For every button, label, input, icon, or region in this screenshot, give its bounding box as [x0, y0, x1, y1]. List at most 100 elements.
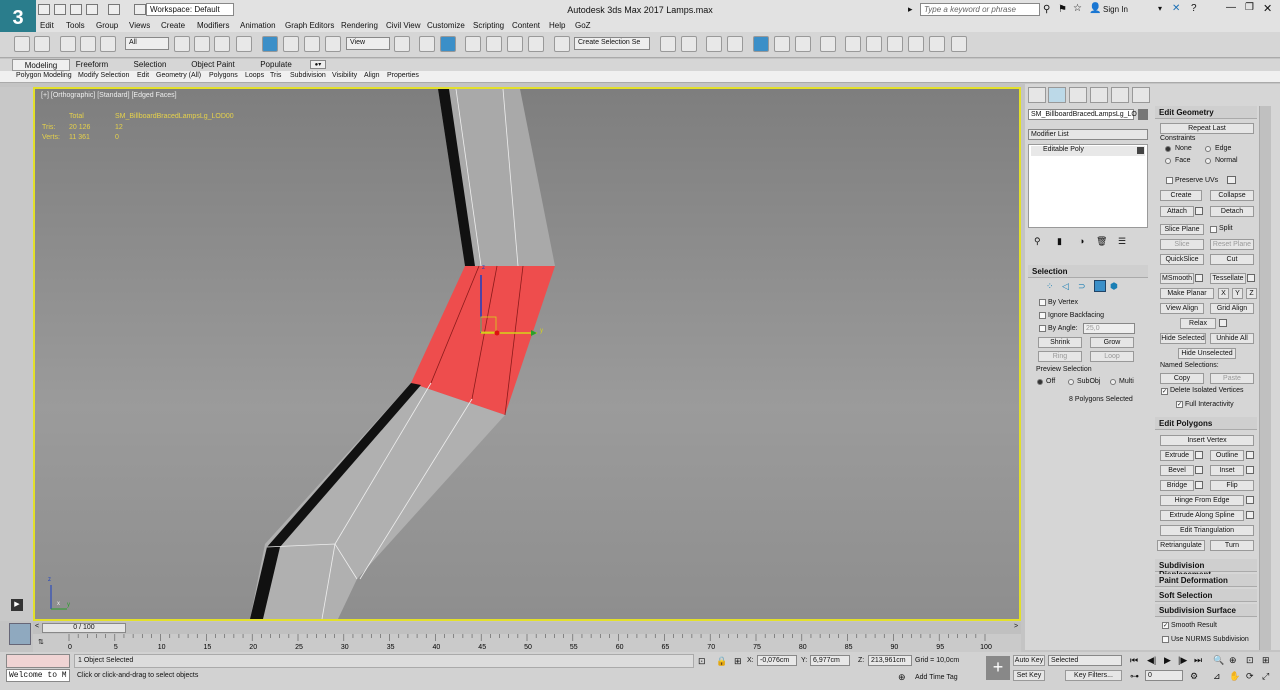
smooth-result-checkbox[interactable]: ✓ — [1162, 622, 1169, 629]
menu-modifiers[interactable]: Modifiers — [197, 21, 229, 30]
bind-space-warp-icon[interactable] — [100, 36, 116, 52]
delete-isolated-checkbox[interactable]: ✓ — [1161, 388, 1168, 395]
extrude-along-spline-button[interactable]: Extrude Along Spline — [1160, 510, 1244, 521]
render-production-icon[interactable] — [887, 36, 903, 52]
time-tag-icon[interactable]: ⊕ — [898, 672, 906, 683]
search-expand-icon[interactable]: ▸ — [908, 4, 913, 15]
msmooth-button[interactable]: MSmooth — [1160, 273, 1194, 284]
curve-editor-icon[interactable] — [774, 36, 790, 52]
modify-tab-icon[interactable] — [1048, 87, 1066, 103]
by-vertex-checkbox[interactable] — [1039, 299, 1046, 306]
preview-subobj-radio[interactable] — [1068, 379, 1074, 385]
restore-icon[interactable]: ❐ — [1245, 2, 1254, 13]
retriangulate-button[interactable]: Retriangulate — [1157, 540, 1205, 551]
time-config-icon[interactable]: ⚙ — [1190, 671, 1198, 682]
snaps-toggle-icon[interactable] — [465, 36, 481, 52]
grid-layout-icon[interactable] — [951, 36, 967, 52]
constraint-normal-radio[interactable] — [1205, 158, 1211, 164]
menu-content[interactable]: Content — [512, 21, 540, 30]
tessellate-button[interactable]: Tessellate — [1210, 273, 1246, 284]
link-icon[interactable] — [60, 36, 76, 52]
zoom-icon[interactable]: 🔍 — [1213, 655, 1224, 666]
reset-plane-button[interactable]: Reset Plane — [1210, 239, 1254, 250]
copy-button[interactable]: Copy — [1160, 373, 1204, 384]
timeline-ruler[interactable]: 0 5 10 15 20 25 30 35 40 45 50 55 60 65 70 75 80 85 90 95 10… — [33, 634, 1021, 652]
by-angle-checkbox[interactable] — [1039, 325, 1046, 332]
unlink-icon[interactable] — [80, 36, 96, 52]
align-icon[interactable] — [681, 36, 697, 52]
selection-filter-dropdown[interactable]: All — [125, 37, 169, 50]
hinge-from-edge-button[interactable]: Hinge From Edge — [1160, 495, 1244, 506]
schematic-view-icon[interactable] — [795, 36, 811, 52]
bridge-settings-icon[interactable] — [1195, 481, 1203, 489]
preserve-uvs-checkbox[interactable] — [1166, 177, 1173, 184]
preview-multi-radio[interactable] — [1110, 379, 1116, 385]
menu-graph-editors[interactable]: Graph Editors — [285, 21, 334, 30]
extrude-button[interactable]: Extrude — [1160, 450, 1194, 461]
tab-modeling[interactable]: Modeling — [12, 59, 70, 71]
hinge-settings-icon[interactable] — [1246, 496, 1254, 504]
tab-selection[interactable]: Selection — [126, 59, 174, 71]
render-iterative-icon[interactable] — [908, 36, 924, 52]
tab-populate[interactable]: Populate — [254, 59, 298, 71]
attach-settings-icon[interactable] — [1195, 207, 1203, 215]
shrink-button[interactable]: Shrink — [1038, 337, 1082, 348]
outline-button[interactable]: Outline — [1210, 450, 1244, 461]
hide-unselected-button[interactable]: Hide Unselected — [1178, 348, 1236, 359]
angle-snap-icon[interactable] — [486, 36, 502, 52]
vertex-mode-icon[interactable]: ⁘ — [1046, 281, 1054, 292]
subtab-modify-selection[interactable]: Modify Selection — [78, 72, 129, 79]
selection-lock-icon[interactable]: 🔒 — [716, 656, 727, 667]
cut-button[interactable]: Cut — [1210, 254, 1254, 265]
grid-align-button[interactable]: Grid Align — [1210, 303, 1254, 314]
menu-tools[interactable]: Tools — [66, 21, 85, 30]
communication-icon[interactable]: ⚑ — [1058, 4, 1067, 15]
time-slider-next-icon[interactable]: > — [1014, 623, 1018, 630]
motion-tab-icon[interactable] — [1090, 87, 1108, 103]
planar-z-button[interactable]: Z — [1246, 288, 1257, 299]
play-icon[interactable]: ▶ — [1164, 655, 1171, 666]
modifier-list-dropdown[interactable]: Modifier List — [1028, 129, 1148, 140]
edge-mode-icon[interactable]: ◁ — [1062, 281, 1069, 292]
subtab-subdivision[interactable]: Subdivision — [290, 72, 326, 79]
subtab-geometry[interactable]: Geometry (All) — [156, 72, 201, 79]
exchange-icon[interactable]: ✕ — [1172, 3, 1180, 14]
extrude-spline-settings-icon[interactable] — [1246, 511, 1254, 519]
quickslice-button[interactable]: QuickSlice — [1160, 254, 1204, 265]
rendered-frame-icon[interactable] — [866, 36, 882, 52]
ribbon-toggle-icon[interactable] — [753, 36, 769, 52]
utilities-tab-icon[interactable] — [1132, 87, 1150, 103]
flip-button[interactable]: Flip — [1210, 480, 1254, 491]
paste-button[interactable]: Paste — [1210, 373, 1254, 384]
time-slider-thumb[interactable]: 0 / 100 — [42, 623, 126, 633]
hide-selected-button[interactable]: Hide Selected — [1160, 333, 1206, 344]
polygon-mode-icon[interactable] — [1094, 280, 1106, 292]
menu-views[interactable]: Views — [129, 21, 150, 30]
paint-deformation-header[interactable]: Paint Deformation — [1155, 574, 1257, 587]
favorites-star-icon[interactable]: ☆ — [1073, 3, 1082, 14]
detach-button[interactable]: Detach — [1210, 206, 1254, 217]
object-color-swatch[interactable] — [1138, 109, 1148, 120]
maxscript-listener[interactable]: Welcome to M — [6, 669, 70, 682]
split-checkbox[interactable] — [1210, 226, 1217, 233]
ring-button[interactable]: Ring — [1038, 351, 1082, 362]
angle-spinner[interactable]: 25,0 — [1083, 323, 1135, 334]
ribbon-options-icon[interactable]: ●▾ — [310, 60, 326, 69]
reference-coord-dropdown[interactable]: View — [346, 37, 390, 50]
menu-help[interactable]: Help — [549, 21, 565, 30]
minimize-icon[interactable]: — — [1226, 2, 1236, 13]
full-interactivity-checkbox[interactable]: ✓ — [1176, 401, 1183, 408]
inset-settings-icon[interactable] — [1246, 466, 1254, 474]
menu-goz[interactable]: GoZ — [575, 21, 591, 30]
subtab-properties[interactable]: Properties — [387, 72, 419, 79]
rotate-icon[interactable] — [283, 36, 299, 52]
named-selection-dropdown[interactable]: Create Selection Se — [574, 37, 650, 50]
key-mode-toggle-icon[interactable]: ⊶ — [1130, 671, 1139, 682]
tab-freeform[interactable]: Freeform — [70, 59, 114, 71]
collapse-button[interactable]: Collapse — [1210, 190, 1254, 201]
auto-key-button[interactable]: Auto Key — [1013, 655, 1045, 666]
goto-end-icon[interactable]: ⏭ — [1194, 655, 1202, 666]
slice-plane-button[interactable]: Slice Plane — [1160, 224, 1204, 235]
set-key-button[interactable]: Set Key — [1013, 670, 1045, 681]
object-name-field[interactable]: SM_BillboardBracedLampsLg_LO — [1028, 109, 1137, 120]
